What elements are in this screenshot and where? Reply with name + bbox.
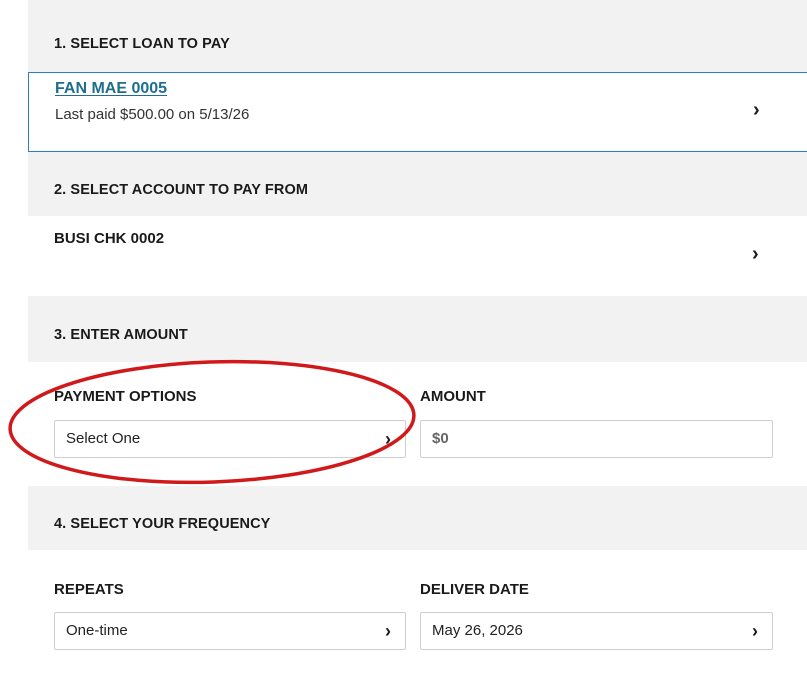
- chevron-right-icon: ›: [752, 243, 759, 265]
- repeats-select[interactable]: One-time ›: [54, 612, 406, 650]
- account-card[interactable]: BUSI CHK 0002 ›: [28, 216, 807, 296]
- deliver-date-select[interactable]: May 26, 2026 ›: [420, 612, 773, 650]
- deliver-date-label: DELIVER DATE: [420, 581, 529, 598]
- loan-card[interactable]: FAN MAE 0005 Last paid $500.00 on 5/13/2…: [28, 72, 807, 152]
- annotation-ellipse: [8, 359, 416, 485]
- frequency-card: REPEATS One-time › DELIVER DATE May 26, …: [28, 550, 807, 681]
- account-name: BUSI CHK 0002: [54, 230, 165, 247]
- deliver-date-value: May 26, 2026: [432, 622, 523, 639]
- chevron-right-icon: ›: [385, 621, 391, 641]
- loan-last-paid: Last paid $500.00 on 5/13/26: [55, 106, 250, 123]
- amount-placeholder: $0: [432, 430, 449, 447]
- amount-input[interactable]: $0: [420, 420, 773, 458]
- loan-name-link[interactable]: FAN MAE 0005: [55, 80, 167, 98]
- chevron-right-icon: ›: [753, 99, 760, 121]
- section-title-account: 2. SELECT ACCOUNT TO PAY FROM: [54, 182, 308, 198]
- chevron-right-icon: ›: [752, 621, 758, 641]
- repeats-label: REPEATS: [54, 581, 124, 598]
- section-title-amount: 3. ENTER AMOUNT: [54, 327, 188, 343]
- repeats-value: One-time: [66, 622, 128, 639]
- section-title-frequency: 4. SELECT YOUR FREQUENCY: [54, 516, 271, 532]
- amount-label: AMOUNT: [420, 388, 486, 405]
- section-title-loan: 1. SELECT LOAN TO PAY: [54, 36, 230, 52]
